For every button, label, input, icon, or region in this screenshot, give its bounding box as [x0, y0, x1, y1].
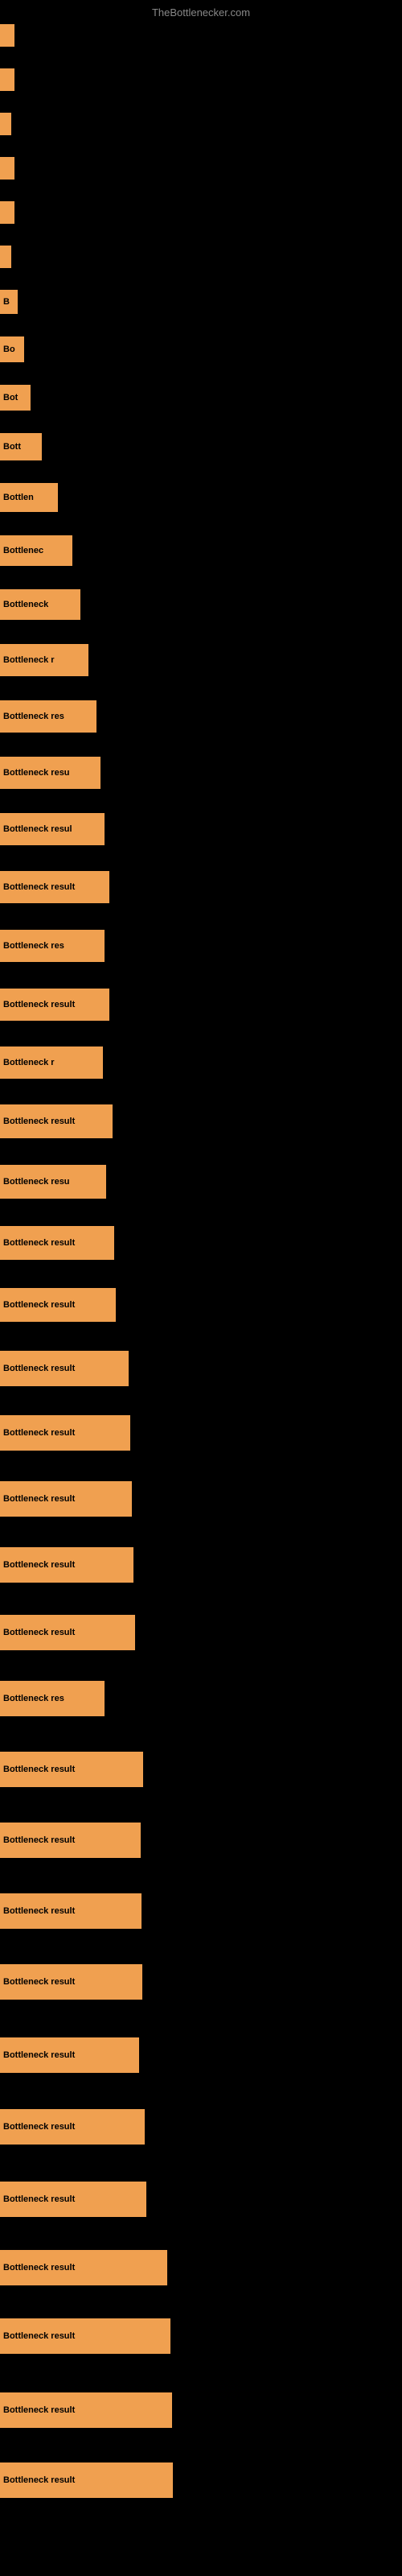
bar-row-39: Bottleneck result [0, 2318, 170, 2354]
bar-label-28: Bottleneck result [0, 1547, 133, 1583]
bar-label-17: Bottleneck result [0, 871, 109, 903]
bar-label-41: Bottleneck result [0, 2462, 173, 2498]
bar-row-31: Bottleneck result [0, 1752, 143, 1787]
bar-label-11: Bottlenec [0, 535, 72, 566]
bar-label-38: Bottleneck result [0, 2250, 167, 2285]
bar-label-8: Bot [0, 385, 31, 411]
bar-label-1 [0, 68, 14, 91]
bar-label-2 [0, 113, 11, 135]
bar-label-15: Bottleneck resu [0, 757, 100, 789]
bar-row-4 [0, 201, 14, 224]
bar-row-17: Bottleneck result [0, 871, 109, 903]
bar-label-23: Bottleneck result [0, 1226, 114, 1260]
bar-row-12: Bottleneck [0, 589, 80, 620]
bar-label-30: Bottleneck res [0, 1681, 105, 1716]
bar-label-16: Bottleneck resul [0, 813, 105, 845]
bar-label-25: Bottleneck result [0, 1351, 129, 1386]
bar-row-16: Bottleneck resul [0, 813, 105, 845]
bar-row-24: Bottleneck result [0, 1288, 116, 1322]
bar-label-9: Bott [0, 433, 42, 460]
bar-label-29: Bottleneck result [0, 1615, 135, 1650]
bar-row-7: Bo [0, 336, 24, 362]
bar-row-41: Bottleneck result [0, 2462, 173, 2498]
bar-row-28: Bottleneck result [0, 1547, 133, 1583]
bar-label-34: Bottleneck result [0, 1964, 142, 2000]
bar-row-27: Bottleneck result [0, 1481, 132, 1517]
bar-label-13: Bottleneck r [0, 644, 88, 676]
bar-label-24: Bottleneck result [0, 1288, 116, 1322]
bar-row-13: Bottleneck r [0, 644, 88, 676]
bar-row-20: Bottleneck r [0, 1046, 103, 1079]
bar-label-22: Bottleneck resu [0, 1165, 106, 1199]
bar-label-3 [0, 157, 14, 180]
bar-label-33: Bottleneck result [0, 1893, 142, 1929]
site-title: TheBottlenecker.com [0, 0, 402, 23]
bar-row-37: Bottleneck result [0, 2182, 146, 2217]
bar-label-12: Bottleneck [0, 589, 80, 620]
bar-row-26: Bottleneck result [0, 1415, 130, 1451]
bar-label-35: Bottleneck result [0, 2037, 139, 2073]
bar-row-14: Bottleneck res [0, 700, 96, 733]
bar-label-10: Bottlen [0, 483, 58, 512]
bar-label-7: Bo [0, 336, 24, 362]
bar-label-14: Bottleneck res [0, 700, 96, 733]
bar-row-23: Bottleneck result [0, 1226, 114, 1260]
bar-label-21: Bottleneck result [0, 1104, 113, 1138]
bar-row-22: Bottleneck resu [0, 1165, 106, 1199]
bar-label-37: Bottleneck result [0, 2182, 146, 2217]
bar-row-19: Bottleneck result [0, 989, 109, 1021]
bar-label-40: Bottleneck result [0, 2392, 172, 2428]
bar-label-32: Bottleneck result [0, 1823, 141, 1858]
bar-row-33: Bottleneck result [0, 1893, 142, 1929]
bar-row-21: Bottleneck result [0, 1104, 113, 1138]
bar-row-10: Bottlen [0, 483, 58, 512]
bar-row-40: Bottleneck result [0, 2392, 172, 2428]
bar-label-31: Bottleneck result [0, 1752, 143, 1787]
bar-row-9: Bott [0, 433, 42, 460]
bar-row-5 [0, 246, 11, 268]
bar-row-6: B [0, 290, 18, 314]
bar-label-19: Bottleneck result [0, 989, 109, 1021]
bar-row-29: Bottleneck result [0, 1615, 135, 1650]
bar-label-0 [0, 24, 14, 47]
bar-row-32: Bottleneck result [0, 1823, 141, 1858]
bar-row-34: Bottleneck result [0, 1964, 142, 2000]
bar-row-25: Bottleneck result [0, 1351, 129, 1386]
bar-row-11: Bottlenec [0, 535, 72, 566]
bar-row-35: Bottleneck result [0, 2037, 139, 2073]
bar-row-38: Bottleneck result [0, 2250, 167, 2285]
bar-label-4 [0, 201, 14, 224]
bar-row-36: Bottleneck result [0, 2109, 145, 2145]
bar-row-30: Bottleneck res [0, 1681, 105, 1716]
bar-row-0 [0, 24, 14, 47]
bar-row-15: Bottleneck resu [0, 757, 100, 789]
bar-label-5 [0, 246, 11, 268]
bar-label-26: Bottleneck result [0, 1415, 130, 1451]
bar-label-36: Bottleneck result [0, 2109, 145, 2145]
bar-row-2 [0, 113, 11, 135]
bar-label-20: Bottleneck r [0, 1046, 103, 1079]
bar-row-18: Bottleneck res [0, 930, 105, 962]
bar-label-27: Bottleneck result [0, 1481, 132, 1517]
bar-row-3 [0, 157, 14, 180]
bar-label-6: B [0, 290, 18, 314]
bar-label-39: Bottleneck result [0, 2318, 170, 2354]
bar-row-8: Bot [0, 385, 31, 411]
bar-row-1 [0, 68, 14, 91]
bar-label-18: Bottleneck res [0, 930, 105, 962]
